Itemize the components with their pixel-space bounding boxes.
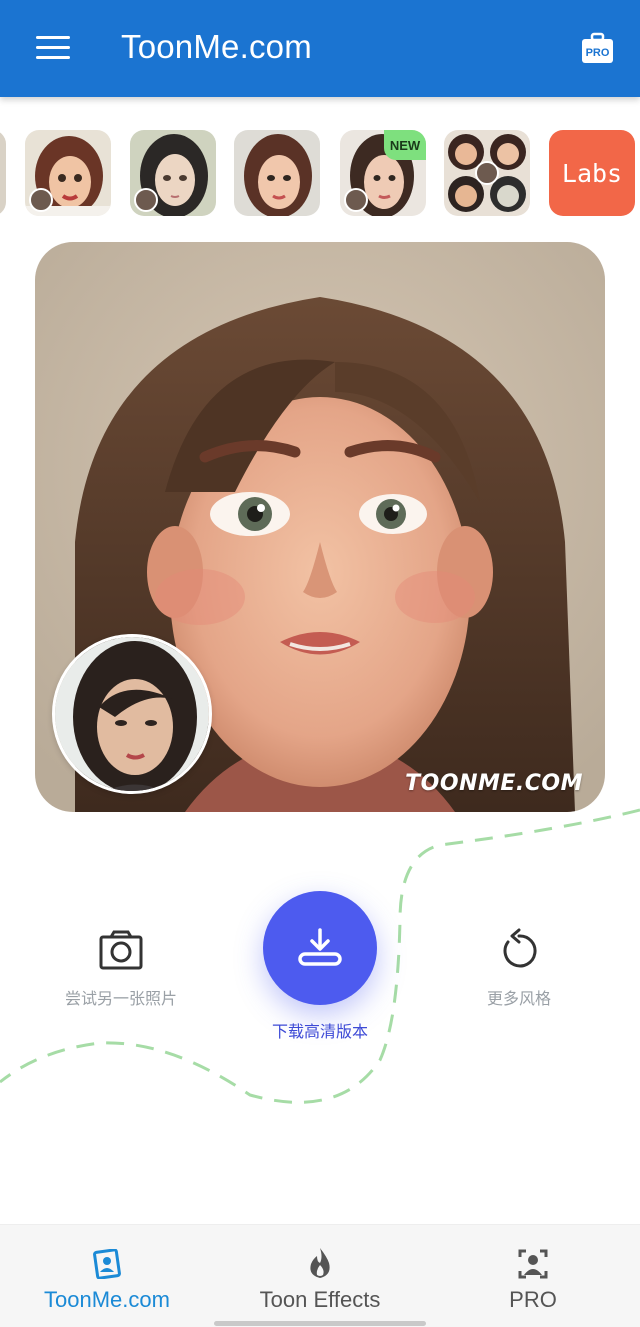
style-thumb-collage[interactable] [444,130,530,216]
style-thumb-realistic[interactable] [234,130,320,216]
style-thumb-anime[interactable] [130,130,216,216]
pro-portrait-icon [480,1225,586,1279]
more-styles-label: 更多风格 [486,989,551,1008]
pro-badge-text: PRO [586,47,610,59]
bottom-navigation: ToonMe.com Toon Effects PRO [0,1224,640,1327]
download-hd-label: 下载高清版本 [271,1022,368,1041]
style-thumb-cartoon-1[interactable] [25,130,111,216]
labs-tile[interactable]: Labs [549,130,635,216]
style-thumb-new[interactable]: NEW [340,130,426,216]
try-another-photo-label: 尝试另一张照片 [64,989,177,1008]
try-another-photo-button[interactable]: 尝试另一张照片 [48,925,194,1009]
camera-icon [48,925,194,975]
nav-label-toon-effects: Toon Effects [259,1287,381,1312]
more-styles-button[interactable]: 更多风格 [454,925,584,1009]
original-mini-avatar [344,188,368,212]
home-indicator[interactable] [214,1321,426,1326]
app-title: ToonMe.com [121,28,312,65]
nav-tab-toonme[interactable]: ToonMe.com [22,1225,192,1325]
watermark: TOONME.COM [405,771,583,796]
style-carousel[interactable]: NEW Labs [0,130,640,218]
original-photo-avatar [52,634,212,794]
menu-icon[interactable] [36,36,70,60]
style-thumb-partial[interactable] [0,130,6,216]
nav-tab-pro[interactable]: PRO [480,1225,586,1325]
original-mini-avatar [134,188,158,212]
pro-briefcase-icon[interactable]: PRO [581,32,614,64]
portrait-frame-icon [22,1225,192,1279]
new-badge: NEW [384,130,426,160]
app-screen: ToonMe.com PRO NEW Labs TOONME.COM 尝试另一张… [0,0,640,1327]
nav-label-pro: PRO [509,1287,557,1312]
download-icon [298,928,342,966]
nav-label-toonme: ToonMe.com [44,1287,170,1312]
flame-icon [240,1225,400,1279]
top-app-bar: ToonMe.com PRO [0,0,640,97]
refresh-icon [454,925,584,975]
original-mini-avatar [29,188,53,212]
nav-tab-toon-effects[interactable]: Toon Effects [240,1225,400,1325]
download-hd-button[interactable] [263,891,377,1005]
